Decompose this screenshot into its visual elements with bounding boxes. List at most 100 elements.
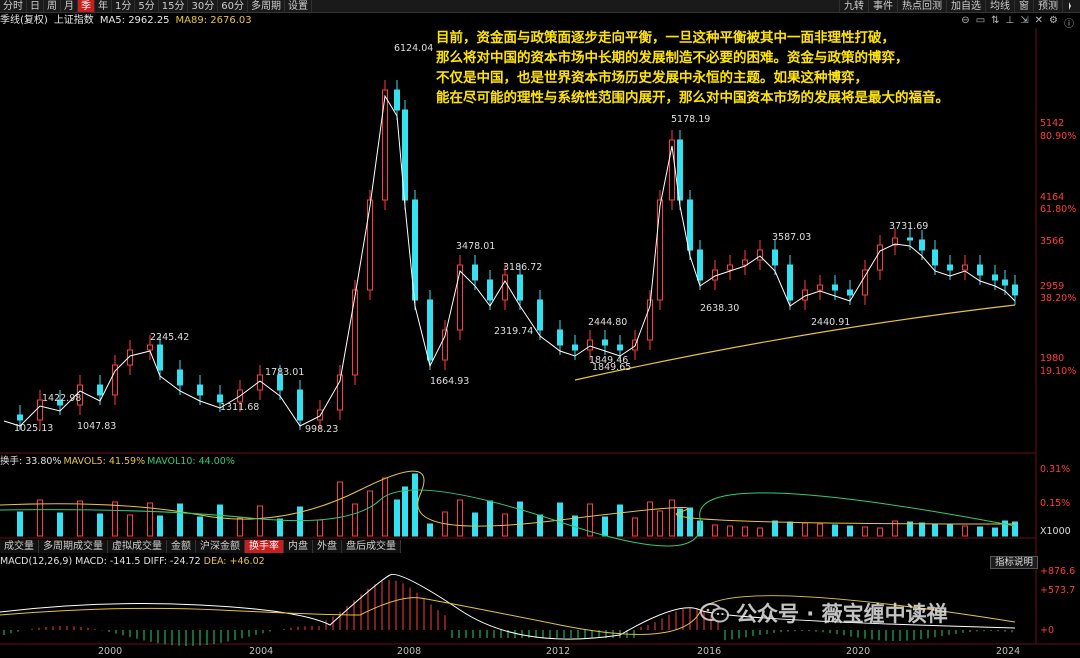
- price-low-label: 2440.91: [811, 317, 851, 328]
- wechat-icon: [700, 603, 729, 623]
- volume-bar: [757, 527, 763, 537]
- indicator-info-button[interactable]: 指标说明: [990, 556, 1039, 569]
- volume-bar: [919, 522, 925, 537]
- volume-bar: [669, 499, 675, 537]
- subtab-volume[interactable]: 成交量: [0, 540, 39, 553]
- volume-bar: [367, 490, 373, 537]
- commentary-line-3: 不仅是中国，也是世界资本市场历史发展中永恒的主题。如果这种博弈，: [436, 70, 868, 86]
- volume-bar: [217, 504, 223, 537]
- commentary-line-4: 能在尽可能的理性与系统性范围内展开，那么对中国资本市场的发展将是最大的福音。: [436, 90, 949, 106]
- candle-body: [157, 344, 163, 371]
- volume-axis-label: 0.31%: [1040, 464, 1071, 475]
- volume-bar: [727, 525, 733, 537]
- candle-body: [217, 394, 223, 403]
- volume-bar: [97, 513, 103, 537]
- volume-bar: [412, 473, 418, 537]
- candle-body: [352, 289, 358, 376]
- candle-body: [962, 264, 968, 271]
- subtab-inner[interactable]: 内盘: [284, 540, 313, 553]
- x-axis-label: 2012: [546, 646, 571, 657]
- price-axis-label: 3566: [1040, 236, 1065, 247]
- price-low-label: 998.23: [305, 424, 339, 435]
- price-high-label: 1783.01: [265, 367, 305, 378]
- volume-bar: [382, 477, 388, 537]
- volume-bar: [992, 527, 998, 537]
- mavol5-value: MAVOL5: 41.59%: [63, 456, 146, 467]
- candle-body: [877, 244, 883, 271]
- volume-bar: [832, 524, 838, 537]
- candle-body: [177, 369, 183, 386]
- wechat-watermark: 公众号 · 薇宝缠中读禅: [700, 598, 948, 628]
- candle-body: [297, 389, 303, 421]
- volume-bar: [317, 519, 323, 537]
- subtab-virtual-volume[interactable]: 虚拟成交量: [108, 540, 167, 553]
- macd-axis-label: +876.6: [1040, 566, 1076, 577]
- candle-body: [502, 274, 508, 301]
- volume-bar: [1002, 520, 1008, 537]
- commentary-line-1: 目前，资金面与政策面逐步走向平衡，一旦这种平衡被其中一面非理性打破，: [436, 30, 895, 46]
- candle-body: [847, 289, 853, 296]
- candle-body: [787, 264, 793, 301]
- ma89-line: [574, 304, 1016, 381]
- volume-axis-unit: X1000: [1040, 526, 1071, 537]
- price-low-label: 1664.93: [430, 376, 470, 387]
- price-low-label: 2638.30: [700, 303, 740, 314]
- candle-body: [517, 274, 523, 301]
- candle-body: [557, 329, 563, 346]
- volume-bar: [472, 512, 478, 537]
- candle-body: [757, 249, 763, 261]
- x-axis-label: 2004: [249, 646, 274, 657]
- macd-axis-label: +573.7: [1040, 585, 1076, 596]
- turnover-title: 换手: 33.80% MAVOL5: 41.59% MAVOL10: 44.00…: [0, 456, 235, 468]
- subtab-amount[interactable]: 金额: [167, 540, 196, 553]
- candle-body: [657, 199, 663, 301]
- volume-bar: [862, 526, 868, 537]
- candle-body: [817, 284, 823, 291]
- price-axis-fib: 19.10%: [1040, 366, 1077, 377]
- price-low-label: 1047.83: [77, 421, 117, 432]
- price-axis-label: 1980: [1040, 353, 1065, 364]
- candle-body: [147, 344, 153, 351]
- candle-body: [617, 344, 623, 351]
- subtab-turnover[interactable]: 换手率: [245, 540, 284, 553]
- volume-bar: [947, 524, 953, 537]
- commentary-text: 目前，资金面与政策面逐步走向平衡，一旦这种平衡被其中一面非理性打破， 那么将对中…: [436, 28, 996, 108]
- volume-bar: [257, 505, 263, 537]
- volume-bar: [37, 499, 43, 537]
- price-axis-fib: 61.80%: [1040, 204, 1077, 215]
- volume-bar: [17, 511, 23, 537]
- candle-body: [832, 284, 838, 291]
- price-axis-label: 4164: [1040, 192, 1065, 203]
- diff-value: DIFF: -24.72: [143, 556, 201, 567]
- candle-body: [687, 199, 693, 251]
- price-high-label: 2444.80: [588, 317, 628, 328]
- volume-bar: [177, 503, 183, 537]
- volume-bar: [127, 514, 133, 537]
- volume-bar: [112, 501, 118, 537]
- commentary-line-2: 那么将对中国的资本市场中长期的发展制造不必要的困难。资金与政策的博弈，: [436, 50, 909, 66]
- volume-bar: [617, 504, 623, 537]
- x-axis-label: 2000: [98, 646, 123, 657]
- volume-bar: [487, 500, 493, 537]
- volume-bar: [197, 516, 203, 537]
- candle-body: [487, 279, 493, 301]
- volume-bar: [962, 525, 968, 537]
- candle-body: [197, 384, 203, 396]
- volume-bar: [787, 521, 793, 537]
- candle-body: [977, 264, 983, 276]
- candle-body: [727, 264, 733, 271]
- volume-bar: [277, 518, 283, 537]
- subtab-after-hours[interactable]: 盘后成交量: [342, 540, 401, 553]
- subtab-multi-volume[interactable]: 多周期成交量: [39, 540, 108, 553]
- subtab-outer[interactable]: 外盘: [313, 540, 342, 553]
- volume-bar: [337, 481, 343, 537]
- volume-bar: [352, 503, 358, 537]
- volume-bar: [847, 525, 853, 537]
- candle-body: [602, 339, 608, 346]
- turnover-value: 换手: 33.80%: [0, 456, 62, 467]
- volume-bar: [772, 520, 778, 537]
- subtab-sh-sz-amount[interactable]: 沪深金额: [196, 540, 245, 553]
- volume-bar: [877, 527, 883, 537]
- volume-bar: [517, 501, 523, 537]
- volume-bar: [657, 510, 663, 537]
